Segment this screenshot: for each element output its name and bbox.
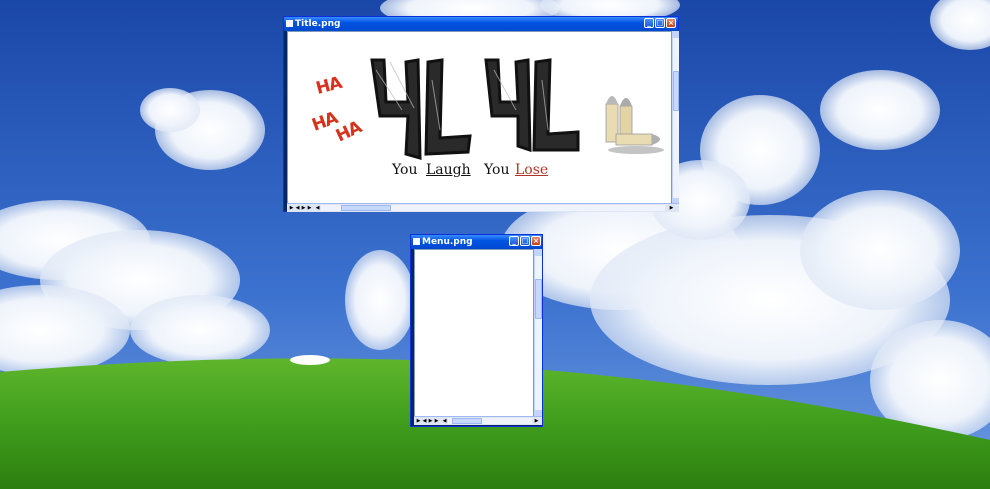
scroll-left-arrow[interactable]: ◀ — [315, 206, 320, 211]
title-bar[interactable]: Title.png _ □ × — [284, 17, 678, 31]
maximize-button[interactable]: □ — [655, 18, 665, 28]
window-title: Menu.png — [422, 237, 473, 247]
maximize-button[interactable]: □ — [520, 236, 530, 246]
ylyl-logo — [370, 58, 580, 160]
close-icon: × — [668, 19, 674, 27]
minimize-button[interactable]: _ — [509, 236, 519, 246]
window-menu-icon[interactable] — [413, 238, 420, 245]
scroll-left-arrow[interactable]: ◀ — [442, 419, 447, 424]
maximize-icon: □ — [656, 19, 664, 27]
minimize-button[interactable]: _ — [644, 18, 654, 28]
close-button[interactable]: × — [666, 18, 676, 28]
horizontal-scrollbar[interactable] — [321, 205, 665, 211]
window-title: Title.png — [295, 19, 341, 29]
close-icon: × — [533, 237, 539, 245]
scroll-right-arrow[interactable]: ▶ — [669, 206, 674, 211]
scroll-up-arrow[interactable] — [673, 31, 679, 38]
previous-frame-icon[interactable]: ◀ — [422, 419, 427, 424]
first-frame-icon[interactable]: ▶ — [416, 419, 421, 424]
vertical-scrollbar[interactable] — [672, 31, 679, 205]
vertical-scrollbar[interactable] — [534, 249, 542, 417]
bullets-illustration — [605, 96, 664, 154]
previous-frame-icon[interactable]: ◀ — [295, 206, 300, 211]
last-frame-icon[interactable]: ▶ — [307, 206, 312, 211]
vertical-scroll-thumb[interactable] — [535, 279, 542, 319]
maximize-icon: □ — [521, 237, 529, 245]
horizontal-scrollbar[interactable] — [448, 418, 532, 424]
image-navigation-bar: ▶ ◀ ▶ ▶ ◀ ▶ — [287, 203, 679, 212]
menu-image-window[interactable]: Menu.png _ □ × ▶ ◀ ▶ ▶ ◀ ▶ — [410, 234, 543, 427]
minimize-icon: _ — [512, 237, 516, 245]
image-navigation-bar: ▶ ◀ ▶ ▶ ◀ ▶ — [414, 416, 542, 425]
scroll-right-arrow[interactable]: ▶ — [534, 419, 539, 424]
horizontal-scroll-thumb[interactable] — [341, 205, 391, 211]
horizontal-scroll-thumb[interactable] — [452, 418, 482, 424]
desktop: Title.png _ □ × HA HA HA You Laugh You L… — [0, 0, 990, 489]
tagline-word-you-2: You — [484, 162, 510, 178]
last-frame-icon[interactable]: ▶ — [434, 419, 439, 424]
title-image-window[interactable]: Title.png _ □ × HA HA HA You Laugh You L… — [283, 16, 679, 212]
next-frame-icon[interactable]: ▶ — [301, 206, 306, 211]
scroll-up-arrow[interactable] — [535, 249, 542, 256]
minimize-icon: _ — [647, 19, 651, 27]
close-button[interactable]: × — [531, 236, 541, 246]
first-frame-icon[interactable]: ▶ — [289, 206, 294, 211]
next-frame-icon[interactable]: ▶ — [428, 419, 433, 424]
tagline-word-lose: Lose — [515, 162, 549, 178]
laugh-text-1: HA — [313, 73, 344, 99]
image-viewport — [414, 249, 534, 417]
image-viewport: HA HA HA You Laugh You Lose — [287, 31, 672, 205]
title-bar[interactable]: Menu.png _ □ × — [411, 235, 542, 249]
window-menu-icon[interactable] — [286, 20, 293, 27]
vertical-scroll-thumb[interactable] — [673, 71, 679, 111]
tagline-word-you-1: You — [392, 162, 418, 178]
tagline-word-laugh: Laugh — [426, 162, 471, 178]
